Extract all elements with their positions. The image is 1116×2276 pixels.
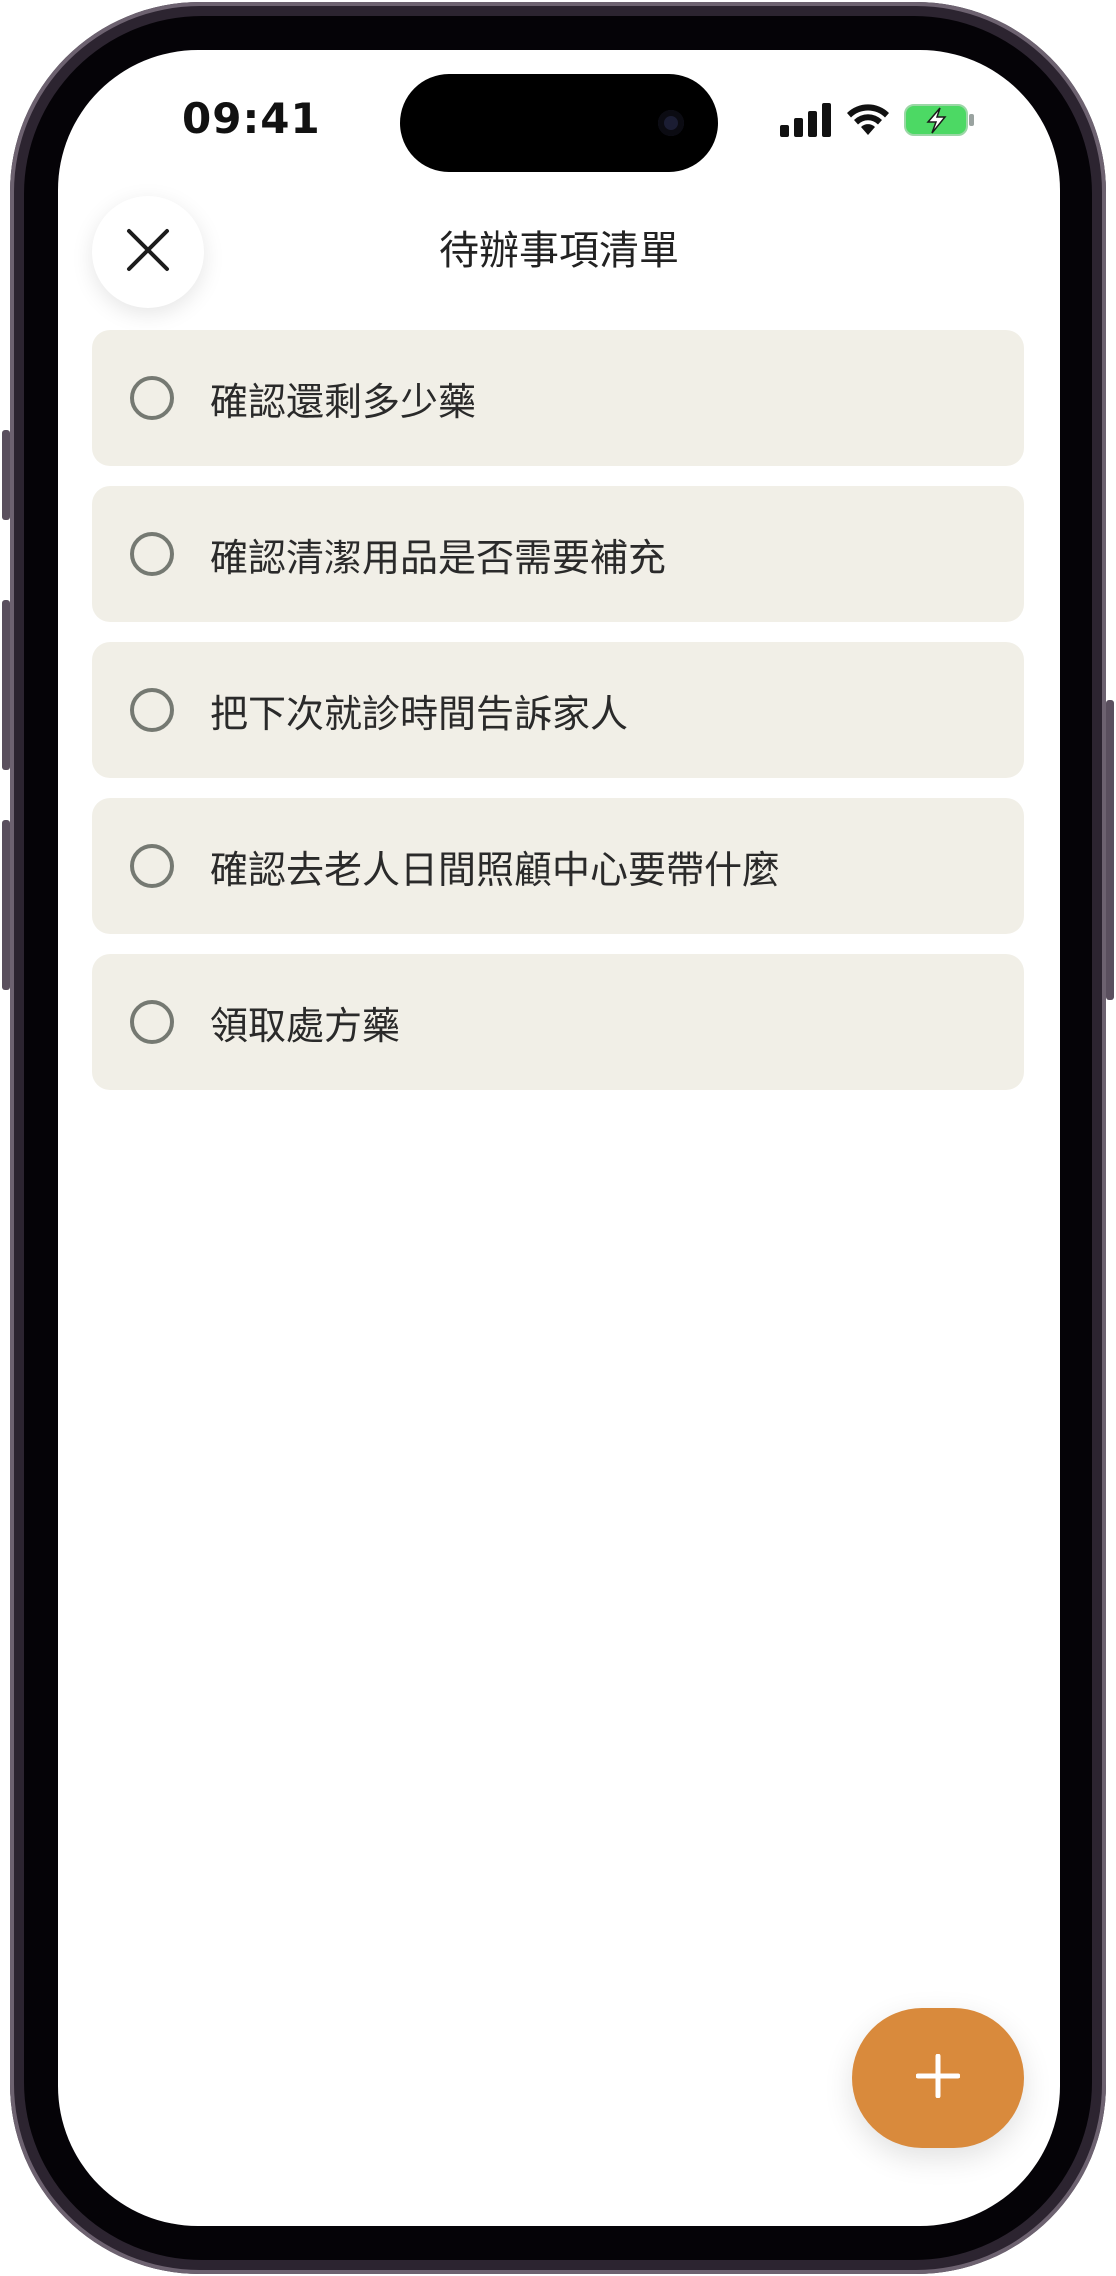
- page-title: 待辦事項清單: [439, 228, 679, 274]
- todo-checkbox[interactable]: [130, 688, 174, 732]
- wifi-icon: [846, 103, 890, 141]
- action-button: [2, 430, 10, 520]
- power-button: [1106, 700, 1114, 1000]
- todo-item[interactable]: 把下次就診時間告訴家人: [92, 642, 1024, 778]
- volume-up-button: [2, 600, 10, 770]
- todo-checkbox[interactable]: [130, 376, 174, 420]
- todo-item[interactable]: 領取處方藥: [92, 954, 1024, 1090]
- status-icons: [780, 102, 976, 142]
- todo-text: 領取處方藥: [210, 1003, 401, 1048]
- battery-charging-icon: [904, 103, 976, 141]
- todo-item[interactable]: 確認清潔用品是否需要補充: [92, 486, 1024, 622]
- todo-item[interactable]: 確認還剩多少藥: [92, 330, 1024, 466]
- add-todo-button[interactable]: [852, 2008, 1024, 2148]
- todo-text: 把下次就診時間告訴家人: [210, 691, 629, 736]
- todo-item[interactable]: 確認去老人日間照顧中心要帶什麼: [92, 798, 1024, 934]
- status-time: 09:41: [182, 94, 321, 143]
- todo-checkbox[interactable]: [130, 532, 174, 576]
- dynamic-island: [400, 74, 718, 172]
- todo-list: 確認還剩多少藥 確認清潔用品是否需要補充 把下次就診時間告訴家人 確認去老人日間…: [92, 330, 1024, 1110]
- status-bar: 09:41: [58, 50, 1060, 190]
- todo-checkbox[interactable]: [130, 1000, 174, 1044]
- app-screen: 09:41 待辦事項清單 確認還剩多少藥 確認清潔用品是否需要補充 把下次就診時…: [58, 50, 1060, 2226]
- cellular-signal-icon: [780, 103, 832, 141]
- plus-icon: [915, 2053, 961, 2102]
- camera-icon: [658, 110, 684, 136]
- volume-down-button: [2, 820, 10, 990]
- todo-checkbox[interactable]: [130, 844, 174, 888]
- todo-text: 確認還剩多少藥: [210, 379, 477, 424]
- todo-text: 確認清潔用品是否需要補充: [210, 535, 667, 580]
- todo-text: 確認去老人日間照顧中心要帶什麼: [210, 847, 781, 892]
